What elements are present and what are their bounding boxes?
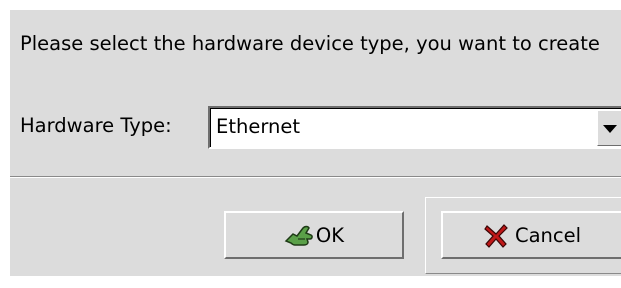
- ok-hand-icon: [284, 223, 313, 247]
- dropdown-arrow-icon[interactable]: [597, 110, 621, 146]
- ok-button[interactable]: OK: [224, 211, 404, 259]
- separator: [10, 176, 621, 178]
- dialog-prompt: Please select the hardware device type, …: [20, 32, 600, 55]
- hardware-type-dialog: Please select the hardware device type, …: [10, 10, 621, 276]
- ok-button-content: OK: [226, 223, 402, 247]
- cancel-button[interactable]: Cancel: [441, 211, 621, 259]
- red-x-icon: [483, 223, 509, 248]
- hardware-type-combobox[interactable]: Ethernet: [208, 106, 621, 149]
- cancel-button-label: Cancel: [514, 223, 582, 247]
- hardware-type-value[interactable]: Ethernet: [216, 115, 300, 138]
- hardware-type-label: Hardware Type:: [20, 114, 172, 137]
- ok-button-label: OK: [315, 223, 345, 247]
- cancel-button-content: Cancel: [443, 223, 621, 248]
